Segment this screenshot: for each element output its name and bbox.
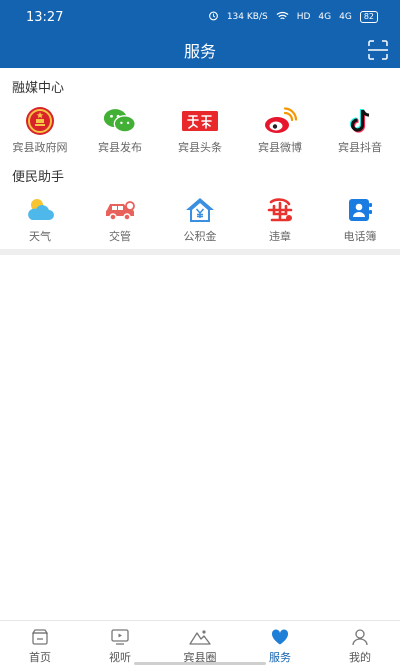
tv-icon	[80, 627, 160, 647]
violation-icon	[262, 195, 298, 225]
helper-item-housing-fund[interactable]: 公积金	[160, 195, 240, 244]
home-indicator	[134, 662, 266, 665]
tab-label: 首页	[29, 651, 51, 664]
car-icon	[102, 195, 138, 225]
section-divider	[0, 249, 400, 255]
scan-icon	[368, 40, 388, 60]
media-item-wechat[interactable]: 宾县发布	[80, 106, 160, 155]
nav-bar: 服务	[0, 34, 400, 68]
wifi-icon	[276, 11, 289, 24]
tab-profile[interactable]: 我的	[320, 621, 400, 666]
tab-label: 我的	[349, 651, 371, 664]
section-title-helper: 便民助手	[12, 170, 65, 185]
media-center-grid: 宾县政府网 宾县发布 宾县头条 宾县微博 宾县抖音	[0, 106, 400, 155]
helper-item-label: 天气	[29, 230, 51, 243]
media-item-label: 宾县抖音	[338, 141, 382, 154]
helper-item-label: 电话簿	[343, 230, 377, 243]
media-item-gov-website[interactable]: 宾县政府网	[0, 106, 80, 155]
alarm-icon	[208, 10, 219, 24]
media-item-label: 宾县发布	[98, 141, 142, 154]
helper-item-label: 违章	[269, 230, 291, 243]
signal-4g-2: 4G	[339, 12, 352, 22]
signal-4g-1: 4G	[318, 12, 332, 22]
net-speed-text: 134 KB/S	[226, 12, 268, 22]
tab-video[interactable]: 视听	[80, 621, 160, 666]
phonebook-icon	[342, 195, 378, 225]
heart-icon	[240, 627, 320, 647]
mountain-icon	[160, 627, 240, 647]
page-title: 服务	[183, 42, 216, 61]
tab-home[interactable]: 首页	[0, 621, 80, 666]
housing-fund-icon	[182, 195, 218, 225]
status-time: 13:27	[26, 10, 64, 25]
media-item-label: 宾县头条	[178, 141, 222, 154]
scan-button[interactable]	[366, 38, 390, 62]
weibo-icon	[262, 106, 298, 136]
weather-icon	[22, 195, 58, 225]
media-item-label: 宾县微博	[258, 141, 302, 154]
tab-services[interactable]: 服务	[240, 621, 320, 666]
media-item-toutiao[interactable]: 宾县头条	[160, 106, 240, 155]
wechat-icon	[102, 106, 138, 136]
helper-item-traffic[interactable]: 交管	[80, 195, 160, 244]
media-item-douyin[interactable]: 宾县抖音	[320, 106, 400, 155]
helper-item-violation[interactable]: 违章	[240, 195, 320, 244]
government-emblem-icon	[22, 106, 58, 136]
status-icons: 134 KB/S HD 4G 4G 82	[208, 10, 378, 24]
media-item-label: 宾县政府网	[12, 141, 68, 154]
person-icon	[320, 627, 400, 647]
douyin-icon	[342, 106, 378, 136]
home-icon	[0, 627, 80, 647]
helper-item-phonebook[interactable]: 电话簿	[320, 195, 400, 244]
toutiao-icon	[182, 106, 218, 136]
media-item-weibo[interactable]: 宾县微博	[240, 106, 320, 155]
hd-text: HD	[296, 12, 311, 22]
helper-item-label: 交管	[109, 230, 131, 243]
battery-indicator: 82	[359, 11, 378, 23]
tab-community[interactable]: 宾县圈	[160, 621, 240, 666]
helper-item-weather[interactable]: 天气	[0, 195, 80, 244]
status-bar: 13:27 134 KB/S HD 4G 4G 82	[0, 0, 400, 34]
section-title-media: 融媒中心	[12, 81, 65, 96]
helper-item-label: 公积金	[183, 230, 217, 243]
helper-grid: 天气 交管 公积金 违章 电话簿	[0, 195, 400, 244]
bottom-tab-bar: 首页 视听 宾县圈 服务 我的	[0, 620, 400, 666]
